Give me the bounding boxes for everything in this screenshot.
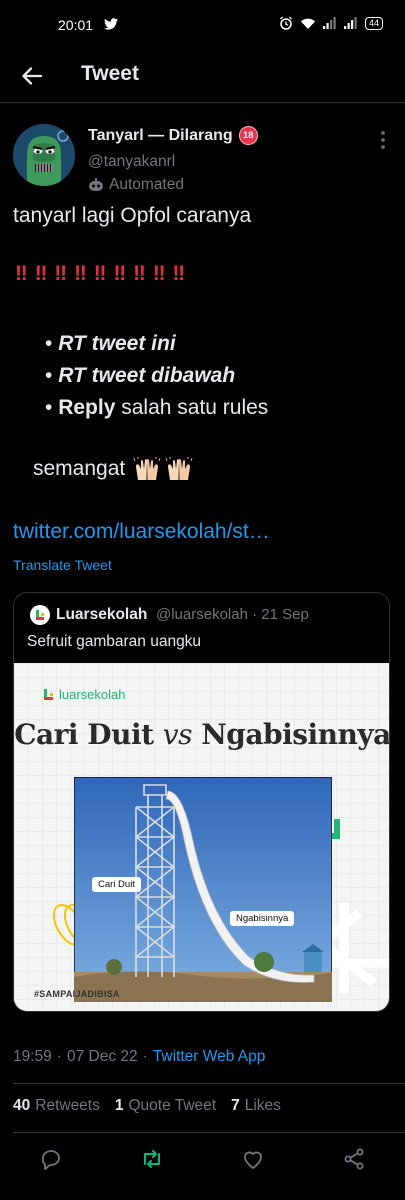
rule-item: • Reply salah satu rules [45,392,268,424]
semangat-text: semangat [33,457,126,480]
tweet-date: 07 Dec 22 [66,1048,138,1065]
raising-hands-icon [133,457,161,480]
raising-hands-icon [165,457,193,480]
status-icons: 44 [279,16,383,30]
label-ngabisinnya: Ngabisinnya [230,911,295,926]
avatar-illustration [13,124,75,186]
quotes-count[interactable]: 1 [115,1097,124,1115]
rule-bullet: • [45,332,53,355]
share-icon[interactable] [342,1147,366,1171]
tweet-time: 19:59 [13,1048,52,1065]
top-app-bar: Tweet [0,50,405,103]
quoted-tweet-card[interactable]: Luarsekolah @luarsekolah · 21 Sep Sefrui… [13,592,390,1012]
headline-left: Cari Duit [14,718,154,751]
quoted-author-meta: @luarsekolah · 21 Sep [156,606,309,623]
headline-right: Ngabisinnya [201,718,390,751]
like-heart-icon[interactable] [241,1147,265,1171]
automated-label: Automated [109,176,184,193]
headline-vs: vs [162,718,193,751]
rule-text: Reply [58,396,116,419]
semangat-line: semangat [33,457,193,481]
status-time: 20:01 [58,17,94,33]
luarsekolah-logo-icon [44,688,53,700]
likes-label[interactable]: Likes [245,1097,281,1115]
luarsekolah-brand: luarsekolah [42,687,126,702]
engagement-stats: 40 Retweets 1 Quote Tweet 7 Likes [13,1097,296,1115]
rule-bullet: • [45,396,53,419]
double-exclamation-emoji: ‼ [54,262,67,285]
signal-icon-2 [343,17,357,29]
divider [13,1132,405,1133]
alarm-icon [280,16,292,30]
raising-hands-emoji [133,457,193,481]
rule-text: RT tweet ini [58,332,176,355]
author-avatar[interactable] [13,124,75,186]
battery-indicator: 44 [364,16,383,30]
author-name: Tanyarl — Dilarang [88,126,233,144]
quoted-author-avatar [30,605,50,625]
tweet-source-link[interactable]: Twitter Web App [153,1048,266,1066]
double-exclamation-row: ‼ ‼ ‼ ‼ ‼ ‼ ‼ ‼ ‼ [15,262,186,286]
page-title: Tweet [81,62,139,85]
double-exclamation-emoji: ‼ [152,262,166,285]
rule-item: • RT tweet ini [45,328,268,360]
double-exclamation-emoji: ‼ [34,262,48,285]
image-headline: Cari Duit vs Ngabisinnya [14,718,390,751]
tweet-timestamp: 19:59 · 07 Dec 22 · Twitter Web App [13,1048,265,1066]
automated-label-row: Automated [88,176,184,194]
retweets-label[interactable]: Retweets [35,1097,100,1115]
more-options-icon[interactable] [380,130,386,150]
double-exclamation-emoji: ‼ [93,262,107,285]
quoted-tweet-text: Sefruit gambaran uangku [27,633,202,650]
luarsekolah-logo-icon [36,610,44,620]
separator-dot: · [56,1048,62,1065]
quotes-label[interactable]: Quote Tweet [129,1097,217,1115]
reply-icon[interactable] [39,1147,63,1171]
tweet-actions-bar [0,1144,405,1174]
author-name-row[interactable]: Tanyarl — Dilarang 18 [88,126,258,145]
double-exclamation-emoji: ‼ [15,262,28,285]
separator-dot: · [142,1048,148,1065]
double-exclamation-emoji: ‼ [172,262,186,285]
label-cari-duit: Cari Duit [92,877,141,892]
divider [13,1083,405,1084]
rule-rest-text: salah satu rules [115,396,269,419]
rules-list: • RT tweet ini • RT tweet dibawah • Repl… [45,328,268,424]
double-exclamation-emoji: ‼ [113,262,126,285]
rule-item: • RT tweet dibawah [45,360,268,392]
brand-name: luarsekolah [59,687,126,702]
quoted-tweet-image[interactable]: luarsekolah Cari Duit vs Ngabisinnya Car… [14,663,390,1011]
tweet-line: tanyarl lagi Opfol caranya [13,204,252,227]
retweets-count[interactable]: 40 [13,1097,30,1115]
rule-text: RT tweet dibawah [58,364,236,387]
translate-tweet-link[interactable]: Translate Tweet [13,557,112,573]
tweet-body: tanyarl lagi Opfol caranya [13,202,398,230]
quoted-author-name: Luarsekolah [56,606,148,623]
status-bar: 20:01 44 [0,0,405,50]
double-exclamation-emoji: ‼ [74,262,87,285]
tweet-link[interactable]: twitter.com/luarsekolah/st… [13,520,270,544]
system-navigation-bar [0,1182,405,1200]
back-arrow-icon[interactable] [20,64,44,88]
likes-count[interactable]: 7 [231,1097,240,1115]
retweet-icon[interactable] [140,1147,164,1171]
double-exclamation-emoji: ‼ [133,262,146,285]
author-handle: @tanyakanrl [88,153,176,170]
age-restriction-badge: 18 [238,126,258,145]
signal-icon [322,17,336,29]
rule-bullet: • [45,364,53,387]
twitter-bird-icon [104,18,118,30]
robot-icon [89,178,103,191]
image-hashtag: #SAMPAIJADIBISA [34,989,120,999]
wifi-icon [300,18,315,29]
